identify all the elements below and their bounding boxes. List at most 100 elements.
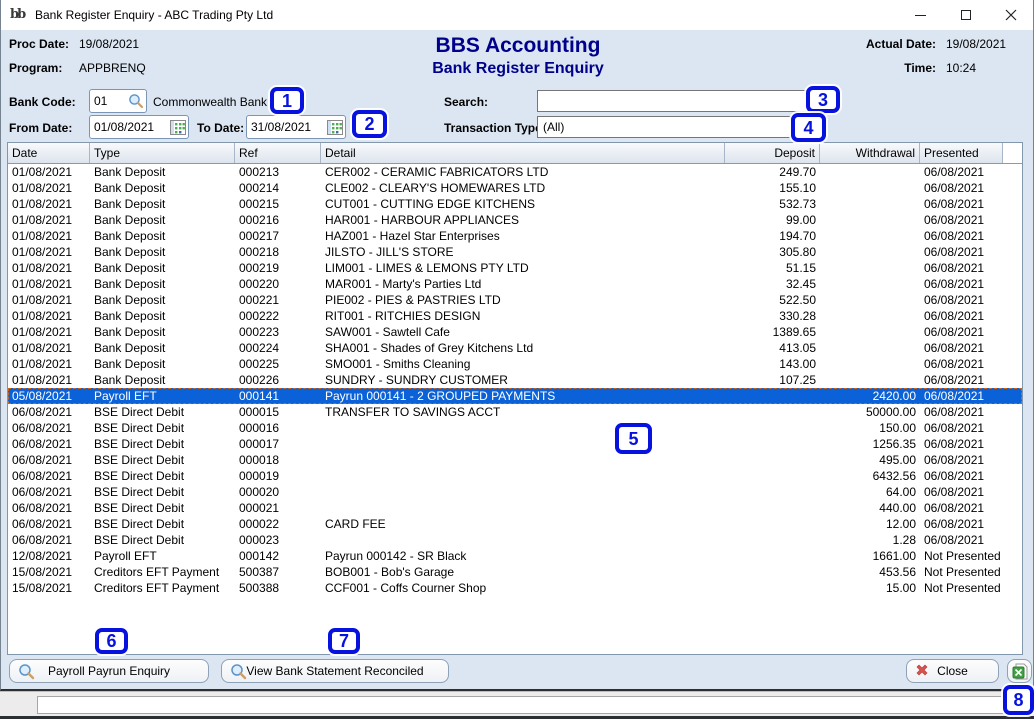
close-button[interactable]: Close xyxy=(906,659,999,683)
cell-withdrawal: 495.00 xyxy=(820,452,920,468)
cell-filler xyxy=(1003,292,1022,308)
table-row[interactable]: 05/08/2021 Payroll EFT 000141 Payrun 000… xyxy=(8,388,1022,404)
table-row[interactable]: 01/08/2021 Bank Deposit 000226 SUNDRY - … xyxy=(8,372,1022,388)
cell-type: Bank Deposit xyxy=(90,196,235,212)
table-row[interactable]: 06/08/2021 BSE Direct Debit 000023 1.28 … xyxy=(8,532,1022,548)
minimize-button[interactable] xyxy=(898,0,943,30)
table-row[interactable]: 06/08/2021 BSE Direct Debit 000018 495.0… xyxy=(8,452,1022,468)
view-bank-statement-reconciled-button[interactable]: View Bank Statement Reconciled xyxy=(221,659,449,683)
table-row[interactable]: 01/08/2021 Bank Deposit 000219 LIM001 - … xyxy=(8,260,1022,276)
table-row[interactable]: 01/08/2021 Bank Deposit 000217 HAZ001 - … xyxy=(8,228,1022,244)
cell-filler xyxy=(1003,180,1022,196)
table-row[interactable]: 06/08/2021 BSE Direct Debit 000019 6432.… xyxy=(8,468,1022,484)
table-row[interactable]: 01/08/2021 Bank Deposit 000215 CUT001 - … xyxy=(8,196,1022,212)
column-header-deposit[interactable]: Deposit xyxy=(725,143,820,163)
table-row[interactable]: 06/08/2021 BSE Direct Debit 000021 440.0… xyxy=(8,500,1022,516)
table-row[interactable]: 15/08/2021 Creditors EFT Payment 500388 … xyxy=(8,580,1022,596)
close-icon xyxy=(1005,9,1017,21)
table-row[interactable]: 01/08/2021 Bank Deposit 000223 SAW001 - … xyxy=(8,324,1022,340)
magnifier-icon xyxy=(18,663,35,680)
cell-deposit xyxy=(725,484,820,500)
transaction-type-select[interactable]: (All) xyxy=(537,116,811,138)
cell-presented: Not Presented xyxy=(920,564,1003,580)
to-date-field[interactable] xyxy=(246,115,346,139)
cell-ref: 000216 xyxy=(235,212,321,228)
from-date-calendar-button[interactable] xyxy=(168,120,188,135)
cell-filler xyxy=(1003,404,1022,420)
cell-filler xyxy=(1003,580,1022,596)
cell-date: 01/08/2021 xyxy=(8,244,90,260)
cell-ref: 000214 xyxy=(235,180,321,196)
cell-presented: 06/08/2021 xyxy=(920,324,1003,340)
cell-date: 06/08/2021 xyxy=(8,500,90,516)
to-date-calendar-button[interactable] xyxy=(325,120,345,135)
cell-withdrawal: 1661.00 xyxy=(820,548,920,564)
table-row[interactable]: 01/08/2021 Bank Deposit 000221 PIE002 - … xyxy=(8,292,1022,308)
cell-deposit xyxy=(725,516,820,532)
cell-presented: 06/08/2021 xyxy=(920,372,1003,388)
maximize-button[interactable] xyxy=(943,0,988,30)
table-row[interactable]: 01/08/2021 Bank Deposit 000218 JILSTO - … xyxy=(8,244,1022,260)
column-header-type[interactable]: Type xyxy=(90,143,235,163)
cell-date: 01/08/2021 xyxy=(8,324,90,340)
background-window-field xyxy=(37,696,1008,714)
table-row[interactable]: 01/08/2021 Bank Deposit 000225 SMO001 - … xyxy=(8,356,1022,372)
cell-deposit: 522.50 xyxy=(725,292,820,308)
column-header-presented[interactable]: Presented xyxy=(920,143,1003,163)
column-header-detail[interactable]: Detail xyxy=(321,143,725,163)
cell-presented: 06/08/2021 xyxy=(920,516,1003,532)
table-row[interactable]: 01/08/2021 Bank Deposit 000213 CER002 - … xyxy=(8,164,1022,180)
cell-type: Bank Deposit xyxy=(90,244,235,260)
cell-deposit xyxy=(725,452,820,468)
cell-type: BSE Direct Debit xyxy=(90,468,235,484)
cell-withdrawal: 2420.00 xyxy=(820,388,920,404)
table-row[interactable]: 06/08/2021 BSE Direct Debit 000015 TRANS… xyxy=(8,404,1022,420)
export-excel-button[interactable] xyxy=(1007,659,1032,683)
table-row[interactable]: 01/08/2021 Bank Deposit 000214 CLE002 - … xyxy=(8,180,1022,196)
table-row[interactable]: 06/08/2021 BSE Direct Debit 000022 CARD … xyxy=(8,516,1022,532)
table-row[interactable]: 01/08/2021 Bank Deposit 000216 HAR001 - … xyxy=(8,212,1022,228)
cell-presented: 06/08/2021 xyxy=(920,164,1003,180)
cell-presented: 06/08/2021 xyxy=(920,244,1003,260)
table-row[interactable]: 01/08/2021 Bank Deposit 000224 SHA001 - … xyxy=(8,340,1022,356)
from-date-field[interactable] xyxy=(89,115,189,139)
table-row[interactable]: 15/08/2021 Creditors EFT Payment 500387 … xyxy=(8,564,1022,580)
column-header-ref[interactable]: Ref xyxy=(235,143,321,163)
cell-type: Bank Deposit xyxy=(90,180,235,196)
cell-detail: LIM001 - LIMES & LEMONS PTY LTD xyxy=(321,260,725,276)
cell-presented: 06/08/2021 xyxy=(920,212,1003,228)
table-row[interactable]: 01/08/2021 Bank Deposit 000220 MAR001 - … xyxy=(8,276,1022,292)
cell-date: 01/08/2021 xyxy=(8,276,90,292)
close-window-button[interactable] xyxy=(988,0,1033,30)
bank-code-input[interactable] xyxy=(90,94,126,108)
callout-3: 3 xyxy=(806,86,840,113)
cell-type: BSE Direct Debit xyxy=(90,436,235,452)
cell-date: 12/08/2021 xyxy=(8,548,90,564)
cell-date: 01/08/2021 xyxy=(8,292,90,308)
bank-code-lookup-button[interactable] xyxy=(126,93,146,109)
table-row[interactable]: 06/08/2021 BSE Direct Debit 000017 1256.… xyxy=(8,436,1022,452)
calendar-icon xyxy=(327,120,343,135)
cell-filler xyxy=(1003,436,1022,452)
payroll-payrun-enquiry-button[interactable]: Payroll Payrun Enquiry xyxy=(9,659,209,683)
column-header-date[interactable]: Date xyxy=(8,143,90,163)
from-date-input[interactable] xyxy=(90,120,168,134)
search-field[interactable] xyxy=(537,90,811,112)
cell-detail xyxy=(321,532,725,548)
search-label: Search: xyxy=(444,95,488,109)
cell-presented: 06/08/2021 xyxy=(920,340,1003,356)
column-header-withdrawal[interactable]: Withdrawal xyxy=(820,143,920,163)
table-row[interactable]: 06/08/2021 BSE Direct Debit 000020 64.00… xyxy=(8,484,1022,500)
cell-type: Bank Deposit xyxy=(90,308,235,324)
bank-code-field[interactable] xyxy=(89,89,147,113)
cell-detail: TRANSFER TO SAVINGS ACCT xyxy=(321,404,725,420)
search-input[interactable] xyxy=(538,91,810,111)
table-row[interactable]: 12/08/2021 Payroll EFT 000142 Payrun 000… xyxy=(8,548,1022,564)
table-row[interactable]: 06/08/2021 BSE Direct Debit 000016 150.0… xyxy=(8,420,1022,436)
cell-ref: 000018 xyxy=(235,452,321,468)
payroll-payrun-enquiry-label: Payroll Payrun Enquiry xyxy=(48,664,170,678)
table-row[interactable]: 01/08/2021 Bank Deposit 000222 RIT001 - … xyxy=(8,308,1022,324)
cell-detail xyxy=(321,420,725,436)
to-date-input[interactable] xyxy=(247,120,325,134)
cell-detail: SHA001 - Shades of Grey Kitchens Ltd xyxy=(321,340,725,356)
